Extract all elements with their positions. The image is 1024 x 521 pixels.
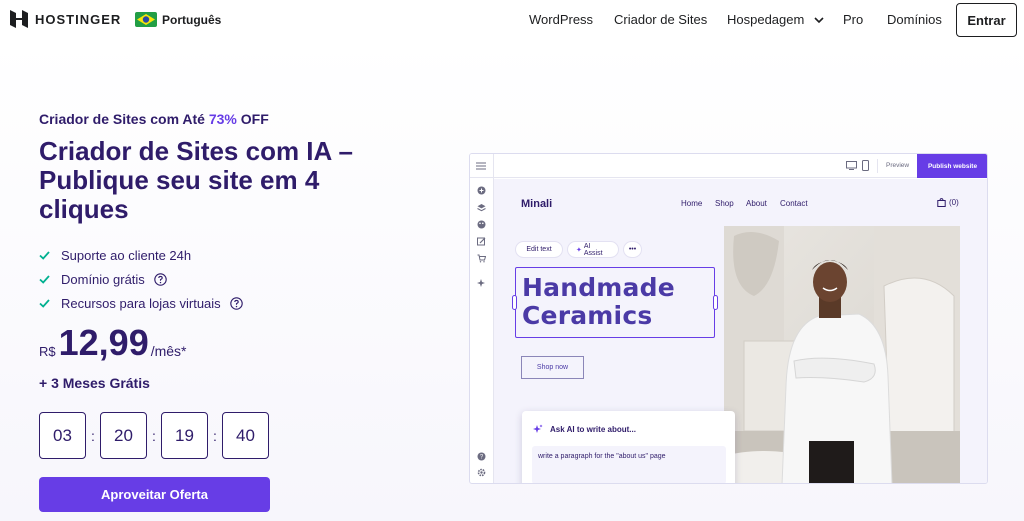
sparkle-icon[interactable]: [477, 278, 486, 287]
claim-offer-button[interactable]: Aproveitar Oferta: [39, 477, 270, 512]
toolbar-divider: [877, 159, 878, 173]
check-icon: [39, 274, 50, 284]
countdown-timer: 03 : 20 : 19 : 40: [39, 412, 269, 459]
publish-website-button[interactable]: Publish website: [917, 154, 987, 178]
feature-label: Domínio grátis: [61, 271, 145, 287]
top-navigation-bar: HOSTINGER Português WordPress Criador de…: [0, 0, 1024, 40]
ai-card-title: Ask AI to write about...: [550, 425, 636, 434]
desktop-icon[interactable]: [846, 161, 857, 170]
more-options-chip[interactable]: •••: [623, 241, 642, 258]
chevron-down-icon: [814, 17, 824, 24]
hero-photo: [724, 226, 960, 483]
resize-handle-left[interactable]: [512, 295, 517, 310]
brand-logo[interactable]: HOSTINGER: [9, 9, 121, 29]
site-cart[interactable]: (0): [937, 198, 959, 207]
preview-button[interactable]: Preview: [886, 162, 909, 169]
hero-kicker: Criador de Sites com Até 73% OFF: [39, 111, 269, 127]
hostinger-logo-icon: [10, 10, 28, 28]
price-period: /mês*: [150, 343, 187, 359]
resize-handle-right[interactable]: [713, 295, 718, 310]
help-icon[interactable]: [154, 272, 167, 286]
countdown-separator: :: [213, 427, 217, 444]
shop-now-button[interactable]: Shop now: [521, 356, 584, 379]
ai-prompt-input[interactable]: write a paragraph for the "about us" pag…: [532, 446, 726, 483]
feature-list: Suporte ao cliente 24h Domínio grátis Re…: [39, 243, 243, 315]
language-label: Português: [162, 12, 222, 27]
site-hero-title-line1: Handmade: [522, 273, 675, 302]
site-nav-shop[interactable]: Shop: [715, 199, 734, 208]
feature-label: Suporte ao cliente 24h: [61, 247, 192, 263]
countdown-hours: 20: [100, 412, 147, 459]
feature-item: Domínio grátis: [39, 267, 243, 291]
countdown-separator: :: [91, 427, 95, 444]
ai-write-card: Ask AI to write about... write a paragra…: [522, 411, 735, 483]
add-icon[interactable]: [477, 186, 486, 195]
nav-hospedagem[interactable]: Hospedagem: [727, 12, 824, 27]
mobile-icon[interactable]: [862, 160, 869, 171]
nav-wordpress[interactable]: WordPress: [529, 12, 593, 27]
ai-assist-label: AI Assist: [583, 242, 603, 257]
countdown-seconds: 40: [222, 412, 269, 459]
brand-name: HOSTINGER: [35, 11, 122, 27]
edit-text-chip[interactable]: Edit text: [515, 241, 563, 258]
countdown-days: 03: [39, 412, 86, 459]
kicker-text: Criador de Sites com Até: [39, 111, 209, 127]
settings-icon[interactable]: [477, 468, 486, 477]
check-icon: [39, 298, 50, 308]
feature-item: Suporte ao cliente 24h: [39, 243, 243, 267]
hero-headline: Criador de Sites com IA – Publique seu s…: [39, 136, 354, 224]
layers-icon[interactable]: [477, 203, 486, 212]
check-icon: [39, 250, 50, 260]
nav-criador-de-sites[interactable]: Criador de Sites: [614, 12, 707, 27]
price: R$ 12,99 /mês*: [39, 323, 187, 363]
menu-icon[interactable]: [476, 161, 486, 171]
website-builder-preview: Preview Publish website ? Minali Home Sh…: [469, 153, 988, 484]
help-icon[interactable]: ?: [477, 452, 486, 461]
builder-toolbar: Preview Publish website: [470, 154, 987, 178]
palette-icon[interactable]: [477, 220, 486, 229]
site-brand: Minali: [521, 198, 553, 210]
cart-count: (0): [949, 198, 959, 207]
edit-icon[interactable]: [477, 237, 486, 246]
nav-pro[interactable]: Pro: [843, 12, 863, 27]
site-hero-title[interactable]: Handmade Ceramics: [522, 274, 675, 330]
price-currency: R$: [39, 344, 56, 359]
price-value: 12,99: [58, 322, 149, 363]
sparkle-icon: ✦: [576, 246, 582, 254]
site-nav-about[interactable]: About: [746, 199, 767, 208]
countdown-minutes: 19: [161, 412, 208, 459]
kicker-suffix: OFF: [236, 111, 269, 127]
shopping-bag-icon: [937, 198, 946, 207]
nav-dominios[interactable]: Domínios: [887, 12, 942, 27]
cart-icon[interactable]: [477, 254, 486, 263]
site-nav-home[interactable]: Home: [681, 199, 702, 208]
sparkle-icon: [533, 424, 543, 433]
kicker-discount: 73%: [208, 111, 237, 127]
help-icon[interactable]: [229, 296, 243, 310]
countdown-separator: :: [152, 427, 156, 444]
bonus-months: + 3 Meses Grátis: [39, 375, 150, 391]
nav-hospedagem-label: Hospedagem: [727, 12, 805, 27]
site-nav-contact[interactable]: Contact: [780, 199, 808, 208]
ai-assist-chip[interactable]: ✦ AI Assist: [567, 241, 619, 258]
language-selector[interactable]: Português: [135, 12, 221, 27]
brazil-flag-icon: [135, 12, 157, 27]
login-button[interactable]: Entrar: [956, 3, 1017, 37]
feature-item: Recursos para lojas virtuais: [39, 291, 243, 315]
feature-label: Recursos para lojas virtuais: [61, 295, 221, 311]
site-hero-title-line2: Ceramics: [522, 301, 653, 330]
